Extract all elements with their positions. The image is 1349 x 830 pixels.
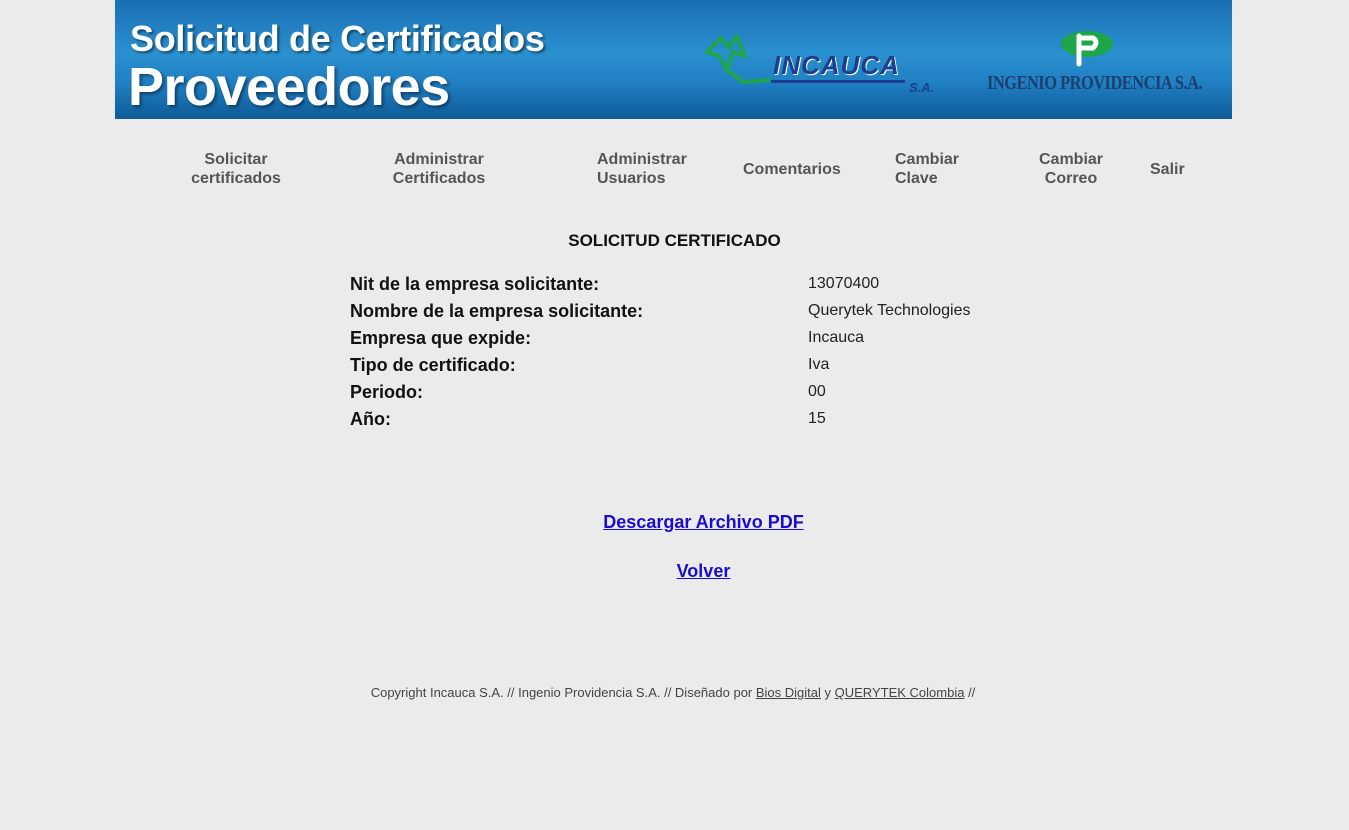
- field-row-nombre: Nombre de la empresa solicitante: Queryt…: [350, 301, 1150, 328]
- download-pdf-link-label[interactable]: Descargar Archivo PDF: [603, 512, 803, 532]
- main-nav: Solicitar certificados Administrar Certi…: [0, 150, 1349, 190]
- banner-title-line1: Solicitud de Certificados: [130, 18, 545, 59]
- nav-salir[interactable]: Salir: [1150, 160, 1190, 179]
- field-label: Empresa que expide:: [350, 328, 532, 348]
- field-label: Año:: [350, 409, 391, 429]
- field-row-empresa: Empresa que expide: Incauca: [350, 328, 1150, 355]
- nav-cambiar-clave[interactable]: Cambiar Clave: [895, 150, 975, 188]
- field-label: Tipo de certificado:: [350, 355, 516, 375]
- field-row-periodo: Periodo: 00: [350, 382, 1150, 409]
- back-link-label[interactable]: Volver: [677, 561, 731, 581]
- providencia-logo-text: INGENIO PROVIDENCIA S.A.: [987, 72, 1203, 94]
- nav-administrar-usuarios[interactable]: Administrar Usuarios: [597, 150, 697, 188]
- banner-title-line2: Proveedores: [128, 57, 450, 117]
- field-value: 00: [808, 383, 826, 400]
- incauca-logo: INCAUCA S.A.: [703, 28, 953, 100]
- field-row-tipo: Tipo de certificado: Iva: [350, 355, 1150, 382]
- field-label: Nit de la empresa solicitante:: [350, 274, 600, 294]
- footer-link-bios-digital[interactable]: Bios Digital: [756, 685, 821, 700]
- field-label: Periodo:: [350, 382, 424, 402]
- footer-link-querytek[interactable]: QUERYTEK Colombia: [835, 685, 965, 700]
- footer-text-mid: y: [820, 685, 835, 700]
- download-pdf-link[interactable]: Descargar Archivo PDF: [0, 512, 1349, 533]
- back-link[interactable]: Volver: [0, 561, 1349, 582]
- providencia-logo: INGENIO PROVIDENCIA S.A.: [985, 28, 1203, 100]
- nav-solicitar-certificados[interactable]: Solicitar certificados: [189, 150, 283, 188]
- field-value: Incauca: [808, 329, 865, 346]
- field-value: Iva: [808, 356, 830, 373]
- nav-comentarios[interactable]: Comentarios: [743, 160, 853, 179]
- providencia-emblem-icon: [1061, 31, 1113, 67]
- page-title: SOLICITUD CERTIFICADO: [568, 231, 781, 250]
- incauca-logo-text: INCAUCA: [773, 50, 900, 80]
- incauca-logo-sa: S.A.: [909, 80, 935, 95]
- field-value: 15: [808, 410, 826, 427]
- incauca-logo-underline: [771, 80, 905, 83]
- field-row-anio: Año: 15: [350, 409, 1150, 436]
- incauca-bird-icon: [705, 34, 771, 85]
- field-value: 13070400: [808, 275, 880, 292]
- header-banner: Solicitud de Certificados Proveedores IN…: [115, 0, 1232, 119]
- nav-administrar-certificados[interactable]: Administrar Certificados: [384, 150, 494, 188]
- footer-text-prefix: Copyright Incauca S.A. // Ingenio Provid…: [370, 685, 756, 700]
- field-label: Nombre de la empresa solicitante:: [350, 301, 644, 321]
- field-value: Querytek Technologies: [808, 302, 971, 319]
- nav-cambiar-correo[interactable]: Cambiar Correo: [1031, 150, 1111, 188]
- footer: Copyright Incauca S.A. // Ingenio Provid…: [0, 685, 1346, 700]
- field-row-nit: Nit de la empresa solicitante: 13070400: [350, 274, 1150, 301]
- footer-text-suffix: //: [964, 685, 976, 700]
